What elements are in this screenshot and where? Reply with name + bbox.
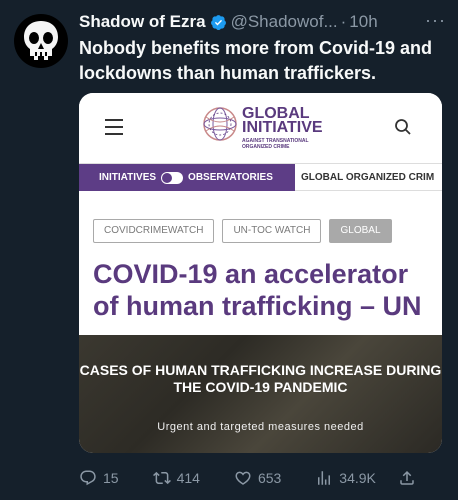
share-icon [400, 470, 414, 485]
site-logo-text: GLOBAL INITIATIVE [242, 106, 323, 136]
hero-subtitle: Urgent and targeted measures needed [157, 421, 364, 433]
tag-covidcrimewatch: COVIDCRIMEWATCH [93, 219, 215, 243]
hero-image: CASES OF HUMAN TRAFFICKING INCREASE DURI… [79, 335, 442, 453]
tweet-header: Shadow of Ezra @Shadowof... · 10h ··· [79, 10, 446, 32]
nav-observatories: OBSERVATORIES [188, 172, 273, 183]
site-navbar: INITIATIVES OBSERVATORIES GLOBAL ORGANIZ… [79, 163, 442, 191]
retweet-icon [152, 471, 171, 485]
nav-initiatives: INITIATIVES [99, 172, 157, 183]
view-count: 34.9K [339, 470, 376, 486]
nav-toggle-bar: INITIATIVES OBSERVATORIES [79, 164, 295, 191]
logo-line-2: INITIATIVE [242, 119, 323, 136]
retweet-button[interactable]: 414 [152, 469, 200, 487]
views-button[interactable]: 34.9K [315, 469, 376, 487]
toggle-switch-icon [161, 171, 184, 184]
tweet-timestamp[interactable]: 10h [349, 12, 377, 32]
verified-badge-icon [210, 14, 226, 30]
skull-logo-icon [24, 21, 58, 60]
article-headline: COVID-19 an accelerator of human traffic… [93, 259, 422, 321]
site-logo-subtitle: AGAINST TRANSNATIONAL ORGANIZED CRIME [242, 138, 309, 150]
avatar[interactable] [14, 14, 68, 68]
hero-title: CASES OF HUMAN TRAFFICKING INCREASE DURI… [79, 362, 442, 395]
tag-list: COVIDCRIMEWATCH UN-TOC WATCH GLOBAL [93, 219, 392, 243]
nav-global-organized-crime: GLOBAL ORGANIZED CRIM [301, 172, 435, 183]
separator-dot: · [340, 12, 347, 31]
reply-button[interactable]: 15 [79, 469, 119, 487]
like-count: 653 [257, 470, 282, 486]
tweet-text: Nobody benefits more from Covid-19 and l… [79, 38, 433, 83]
reply-icon [80, 470, 96, 486]
hamburger-menu-icon [105, 119, 123, 140]
retweet-count: 414 [176, 470, 200, 486]
tag-global: GLOBAL [329, 219, 392, 243]
reply-count: 15 [103, 470, 119, 486]
tweet-actions: 15 414 653 34.9K [79, 466, 449, 490]
globe-logo-icon [203, 107, 237, 141]
share-button[interactable] [398, 469, 416, 487]
link-preview-card[interactable]: GLOBAL INITIATIVE AGAINST TRANSNATIONAL … [79, 93, 442, 453]
logo-sub-2: ORGANIZED CRIME [242, 144, 290, 150]
search-icon [395, 119, 411, 135]
like-button[interactable]: 653 [234, 469, 281, 487]
tag-un-toc-watch: UN-TOC WATCH [222, 219, 322, 243]
site-header: GLOBAL INITIATIVE AGAINST TRANSNATIONAL … [79, 93, 442, 163]
heart-icon [235, 471, 251, 485]
more-options-button[interactable]: ··· [425, 10, 446, 31]
author-handle[interactable]: @Shadowof... [231, 12, 338, 32]
bar-chart-icon [318, 471, 331, 485]
author-name[interactable]: Shadow of Ezra [79, 12, 206, 32]
